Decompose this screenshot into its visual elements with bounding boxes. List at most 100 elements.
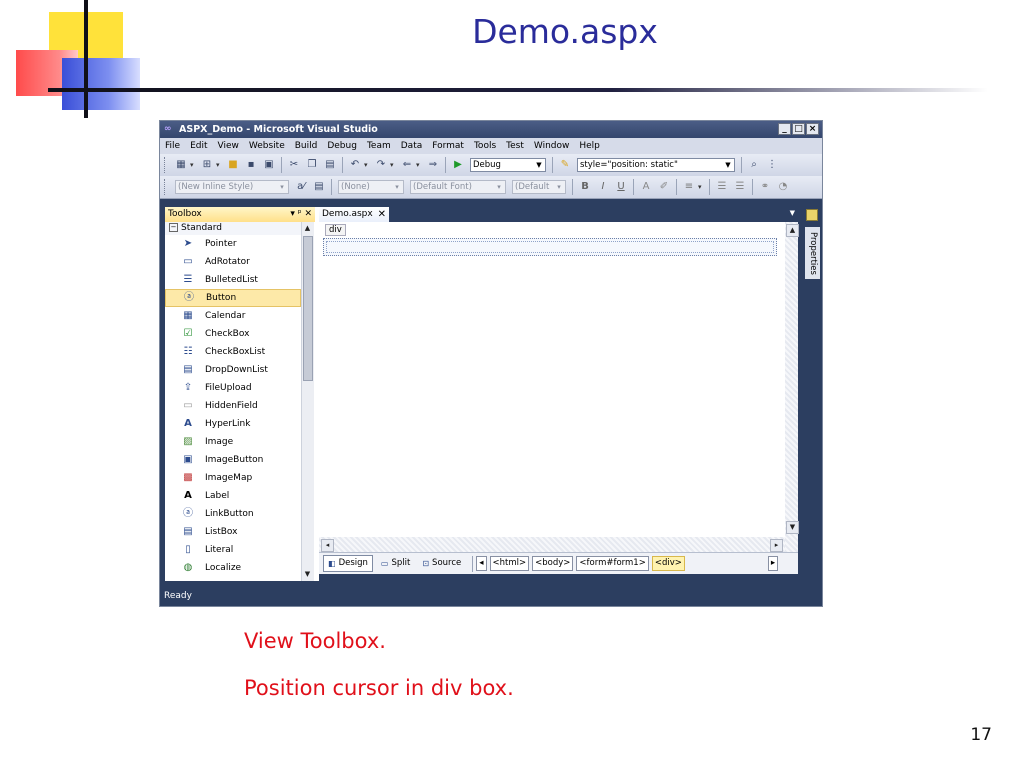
redo-dropdown-icon[interactable]: ▾ [390,161,396,169]
toolbox-item-literal[interactable]: ▯ Literal [165,541,301,559]
toolbox-item-label[interactable]: A Label [165,487,301,505]
style-application-select[interactable]: (New Inline Style) ▾ [175,180,289,194]
new-project-icon[interactable]: ▦ [174,158,188,172]
menu-team[interactable]: Team [367,141,391,151]
navigate-back-icon[interactable]: ⇐ [400,158,414,172]
toolbox-item-calendar[interactable]: ▦ Calendar [165,307,301,325]
cut-icon[interactable]: ✂ [287,158,301,172]
document-tab[interactable]: Demo.aspx ✕ [319,207,389,222]
undo-icon[interactable]: ↶ [348,158,362,172]
menu-edit[interactable]: Edit [190,141,207,151]
add-item-dropdown-icon[interactable]: ▾ [216,161,222,169]
justify-icon[interactable]: ≡ [682,180,696,194]
toolbar-grip[interactable] [164,179,168,195]
foreground-color-icon[interactable]: A [639,180,653,194]
toolbox-item-button[interactable]: ⓐ Button [165,289,301,307]
start-debugging-icon[interactable]: ▶ [451,158,465,172]
toolbox-item-linkbutton[interactable]: ⓐ LinkButton [165,505,301,523]
menu-view[interactable]: View [218,141,239,151]
window-position-dropdown-icon[interactable]: ▾ [290,209,295,219]
properties-icon[interactable] [806,209,818,221]
properties-tab[interactable]: Properties [805,227,820,279]
save-all-icon[interactable]: ▣ [262,158,276,172]
toolbox-item-imagemap[interactable]: ▩ ImageMap [165,469,301,487]
solution-configuration-select[interactable]: Debug ▼ [470,158,546,172]
active-files-dropdown-icon[interactable]: ▼ [790,209,795,217]
toolbox-item-hyperlink[interactable]: A HyperLink [165,415,301,433]
bold-icon[interactable]: B [578,180,592,194]
format-painter-icon[interactable]: ▤ [312,180,326,194]
split-view-button[interactable]: ▭ Split [377,556,414,571]
justify-dropdown-icon[interactable]: ▾ [698,183,704,191]
toolbox-item-imagebutton[interactable]: ▣ ImageButton [165,451,301,469]
navigate-back-dropdown-icon[interactable]: ▾ [416,161,422,169]
toolbox-item-pointer[interactable]: ➤ Pointer [165,235,301,253]
menu-file[interactable]: File [165,141,180,151]
menu-window[interactable]: Window [534,141,570,151]
new-style-icon[interactable]: ✎ [558,158,572,172]
italic-icon[interactable]: I [596,180,610,194]
underline-icon[interactable]: U [614,180,628,194]
find-icon[interactable]: ⌕ [747,158,761,172]
font-name-select[interactable]: (Default Font) ▾ [410,180,506,194]
paste-icon[interactable]: ▤ [323,158,337,172]
toolbox-item-listbox[interactable]: ▤ ListBox [165,523,301,541]
toolbox-item-image[interactable]: ▨ Image [165,433,301,451]
copy-icon[interactable]: ❐ [305,158,319,172]
menu-website[interactable]: Website [249,141,285,151]
breadcrumb-form[interactable]: <form#form1> [576,556,649,571]
add-item-icon[interactable]: ⊞ [200,158,214,172]
save-icon[interactable]: ▪ [244,158,258,172]
redo-icon[interactable]: ↷ [374,158,388,172]
menu-tools[interactable]: Tools [474,141,496,151]
scroll-right-icon[interactable]: ▸ [770,539,783,552]
toolbox-item-adrotator[interactable]: ▭ AdRotator [165,253,301,271]
design-surface[interactable]: div [319,222,785,552]
maximize-button[interactable]: □ [792,123,805,135]
undo-dropdown-icon[interactable]: ▾ [364,161,370,169]
menu-format[interactable]: Format [432,141,464,151]
toolbox-item-fileupload[interactable]: ⇪ FileUpload [165,379,301,397]
scroll-down-icon[interactable]: ▼ [302,569,313,580]
toolbox-item-dropdownlist[interactable]: ▤ DropDownList [165,361,301,379]
scroll-down-icon[interactable]: ▼ [786,521,799,534]
toolbar-grip[interactable] [164,157,168,173]
close-button[interactable]: × [806,123,819,135]
minimize-button[interactable]: _ [778,123,791,135]
hyperlink-icon[interactable]: ⚭ [758,180,772,194]
auto-hide-pin-icon[interactable]: ᵖ [298,209,302,219]
source-view-button[interactable]: ⊡ Source [418,556,465,571]
scroll-up-icon[interactable]: ▲ [786,224,799,237]
div-box[interactable] [323,238,777,256]
toolbox-category-standard[interactable]: − Standard [165,222,301,235]
bulleted-list-icon[interactable]: ☰ [733,180,747,194]
toolbox-item-localize[interactable]: ◍ Localize [165,559,301,577]
new-project-dropdown-icon[interactable]: ▾ [190,161,196,169]
toolbox-item-hiddenfield[interactable]: ▭ HiddenField [165,397,301,415]
toolbox-item-bulletedlist[interactable]: ☰ BulletedList [165,271,301,289]
close-icon[interactable]: ✕ [378,207,386,222]
breadcrumb-div[interactable]: <div> [651,556,685,571]
highlight-icon[interactable]: ✐ [657,180,671,194]
menu-test[interactable]: Test [506,141,524,151]
design-view-button[interactable]: ◧ Design [323,555,373,572]
toolbox-header[interactable]: Toolbox ▾ ᵖ ✕ [165,207,315,222]
breadcrumb-scroll-right-icon[interactable]: ▸ [767,556,779,571]
breadcrumb-html[interactable]: <html> [489,556,530,571]
numbered-list-icon[interactable]: ☰ [715,180,729,194]
menu-debug[interactable]: Debug [327,141,357,151]
breadcrumb-scroll-left-icon[interactable]: ◂ [476,556,487,571]
scroll-left-icon[interactable]: ◂ [321,539,334,552]
block-format-select[interactable]: (None) ▾ [338,180,404,194]
scrollbar-thumb[interactable] [303,236,313,381]
breadcrumb-body[interactable]: <body> [532,556,574,571]
scroll-up-icon[interactable]: ▲ [302,223,313,234]
toolbar-options-icon[interactable]: ⋮ [765,158,779,172]
navigate-forward-icon[interactable]: ⇒ [426,158,440,172]
editor-vertical-scrollbar[interactable]: ▲ ▼ [785,222,799,552]
toolbar-options-icon[interactable]: ◔ [776,180,790,194]
font-size-select[interactable]: (Default ▾ [512,180,566,194]
editor-horizontal-scrollbar[interactable]: ◂ ▸ [319,537,785,552]
menu-build[interactable]: Build [295,141,318,151]
div-box-inner[interactable] [326,241,774,253]
